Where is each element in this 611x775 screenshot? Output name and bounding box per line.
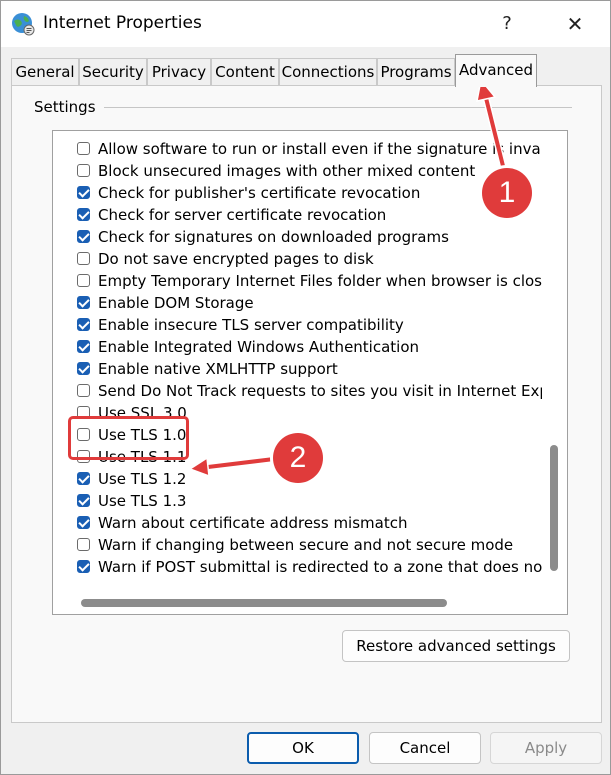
setting-item[interactable]: Use TLS 1.3 xyxy=(77,490,547,512)
checkbox-checked[interactable] xyxy=(77,472,90,485)
ok-button[interactable]: OK xyxy=(247,732,359,764)
close-button[interactable]: ✕ xyxy=(553,9,597,39)
help-button[interactable]: ? xyxy=(487,9,527,39)
setting-label: Empty Temporary Internet Files folder wh… xyxy=(98,272,547,290)
apply-button[interactable]: Apply xyxy=(490,732,602,764)
setting-label: Allow software to run or install even if… xyxy=(98,140,547,158)
setting-item[interactable]: Empty Temporary Internet Files folder wh… xyxy=(77,270,547,292)
setting-label: Enable insecure TLS server compatibility xyxy=(98,316,404,334)
checkbox-unchecked[interactable] xyxy=(77,142,90,155)
setting-item[interactable]: Warn if POST submittal is redirected to … xyxy=(77,556,547,578)
setting-item[interactable]: Enable native XMLHTTP support xyxy=(77,358,547,380)
cancel-button[interactable]: Cancel xyxy=(369,732,481,764)
tab-security[interactable]: Security xyxy=(79,58,147,86)
checkbox-checked[interactable] xyxy=(77,318,90,331)
checkbox-checked[interactable] xyxy=(77,296,90,309)
setting-label: Send Do Not Track requests to sites you … xyxy=(98,382,547,400)
setting-label: Check for server certificate revocation xyxy=(98,206,387,224)
window-title: Internet Properties xyxy=(43,13,202,33)
tab-content[interactable]: Content xyxy=(211,58,279,86)
setting-label: Enable Integrated Windows Authentication xyxy=(98,338,420,356)
checkbox-checked[interactable] xyxy=(77,340,90,353)
setting-item[interactable]: Enable DOM Storage xyxy=(77,292,547,314)
tab-connections[interactable]: Connections xyxy=(279,58,377,86)
title-bar[interactable]: Internet Properties ? ✕ xyxy=(1,1,610,47)
vertical-scrollbar[interactable] xyxy=(542,131,566,591)
setting-item[interactable]: Send Do Not Track requests to sites you … xyxy=(77,380,547,402)
setting-label: Warn about certificate address mismatch xyxy=(98,514,408,532)
setting-item[interactable]: Warn about certificate address mismatch xyxy=(77,512,547,534)
setting-item[interactable]: Enable insecure TLS server compatibility xyxy=(77,314,547,336)
setting-label: Block unsecured images with other mixed … xyxy=(98,162,476,180)
setting-item[interactable]: Block unsecured images with other mixed … xyxy=(77,160,547,182)
checkbox-unchecked[interactable] xyxy=(77,252,90,265)
group-divider xyxy=(102,107,572,108)
tab-privacy[interactable]: Privacy xyxy=(147,58,211,86)
checkbox-unchecked[interactable] xyxy=(77,164,90,177)
settings-group-label: Settings xyxy=(34,98,104,116)
tab-general[interactable]: General xyxy=(11,58,79,86)
setting-item[interactable]: Warn if changing between secure and not … xyxy=(77,534,547,556)
vertical-scroll-thumb[interactable] xyxy=(550,445,558,571)
setting-item[interactable]: Do not save encrypted pages to disk xyxy=(77,248,547,270)
checkbox-unchecked[interactable] xyxy=(77,538,90,551)
checkbox-checked[interactable] xyxy=(77,230,90,243)
setting-label: Enable DOM Storage xyxy=(98,294,254,312)
annotation-badge-2: 2 xyxy=(273,433,323,483)
setting-item[interactable]: Allow software to run or install even if… xyxy=(77,138,547,160)
horizontal-scrollbar[interactable] xyxy=(53,591,542,613)
horizontal-scroll-thumb[interactable] xyxy=(81,599,447,607)
setting-label: Check for signatures on downloaded progr… xyxy=(98,228,449,246)
setting-label: Enable native XMLHTTP support xyxy=(98,360,338,378)
setting-item[interactable]: Enable Integrated Windows Authentication xyxy=(77,336,547,358)
setting-label: Use TLS 1.3 xyxy=(98,492,187,510)
tab-strip: General Security Privacy Content Connect… xyxy=(11,54,601,87)
tls-highlight-box xyxy=(68,416,189,460)
setting-label: Use TLS 1.2 xyxy=(98,470,187,488)
setting-label: Check for publisher's certificate revoca… xyxy=(98,184,421,202)
setting-item[interactable]: Check for server certificate revocation xyxy=(77,204,547,226)
tab-advanced[interactable]: Advanced xyxy=(455,54,537,87)
checkbox-checked[interactable] xyxy=(77,186,90,199)
setting-label: Warn if changing between secure and not … xyxy=(98,536,514,554)
checkbox-checked[interactable] xyxy=(77,362,90,375)
setting-label: Do not save encrypted pages to disk xyxy=(98,250,374,268)
globe-settings-icon xyxy=(12,13,35,36)
setting-label: Warn if POST submittal is redirected to … xyxy=(98,558,547,576)
checkbox-checked[interactable] xyxy=(77,560,90,573)
checkbox-checked[interactable] xyxy=(77,494,90,507)
internet-properties-dialog: Internet Properties ? ✕ General Security… xyxy=(0,0,611,775)
checkbox-checked[interactable] xyxy=(77,208,90,221)
checkbox-unchecked[interactable] xyxy=(77,274,90,287)
setting-item[interactable]: Check for signatures on downloaded progr… xyxy=(77,226,547,248)
checkbox-unchecked[interactable] xyxy=(77,384,90,397)
setting-item[interactable]: Check for publisher's certificate revoca… xyxy=(77,182,547,204)
annotation-badge-1: 1 xyxy=(482,168,532,218)
checkbox-checked[interactable] xyxy=(77,516,90,529)
tab-programs[interactable]: Programs xyxy=(377,58,455,86)
restore-advanced-settings-button[interactable]: Restore advanced settings xyxy=(342,630,570,662)
